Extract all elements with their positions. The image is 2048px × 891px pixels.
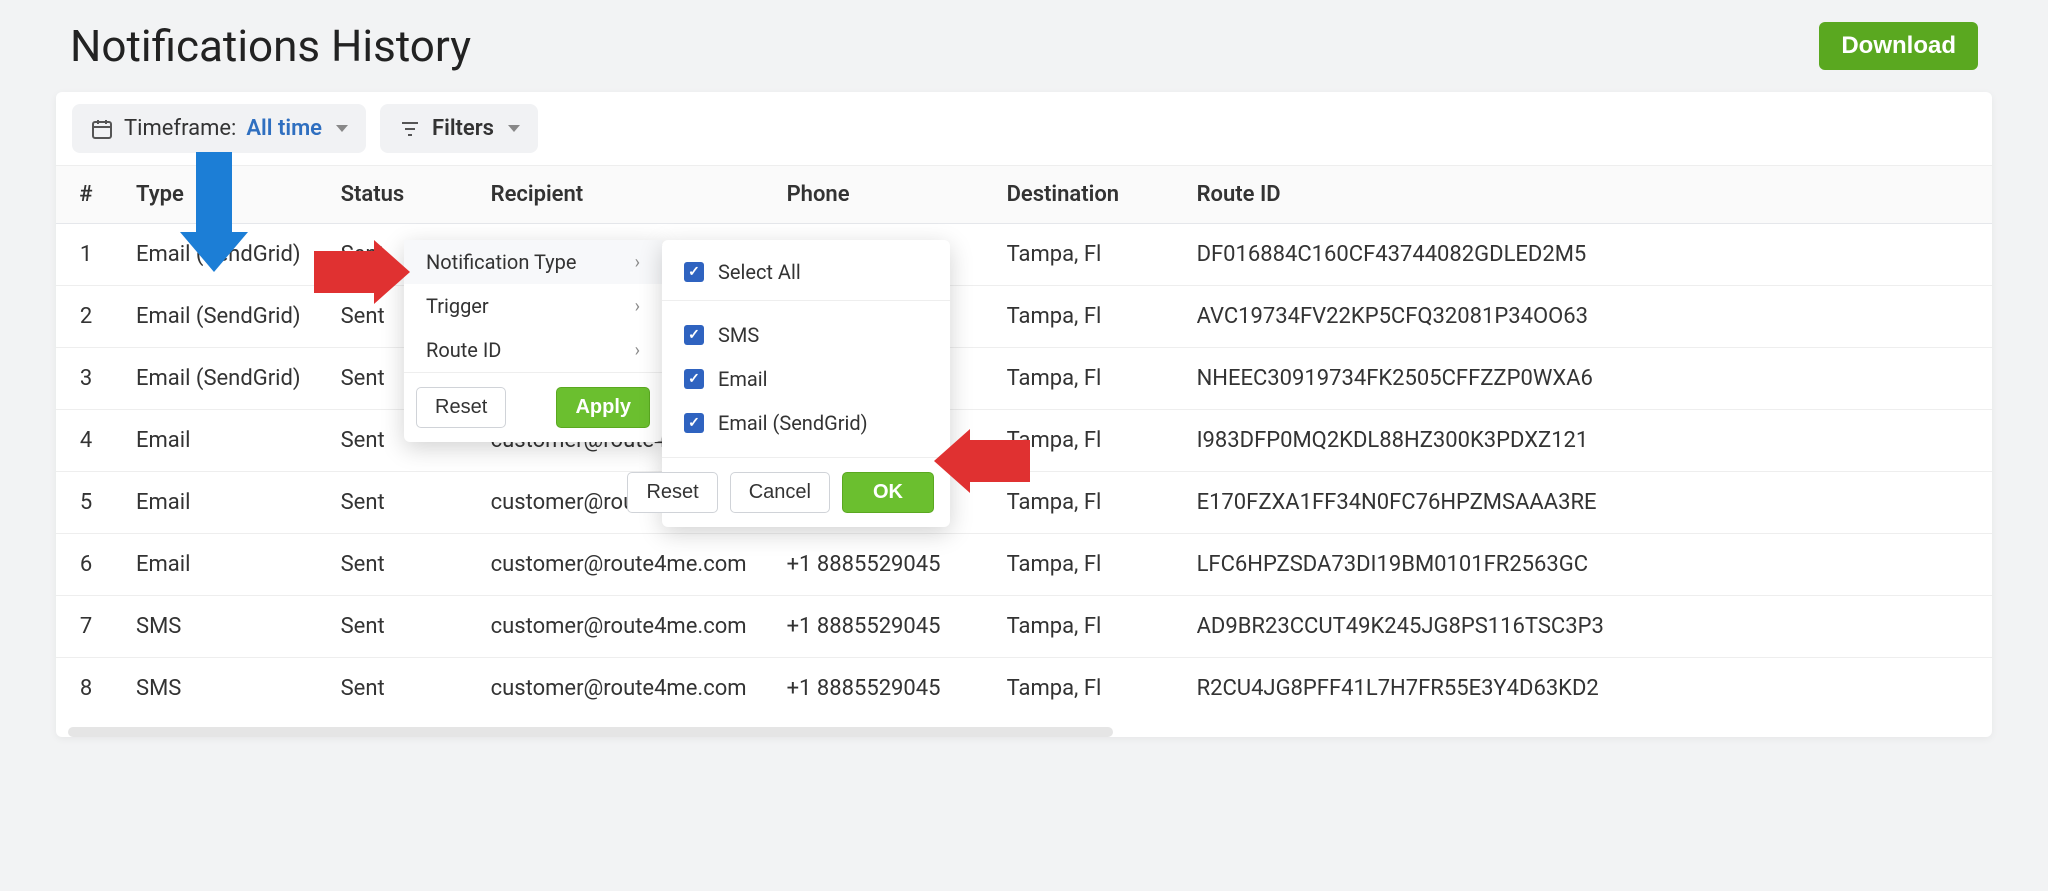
cell-number: 6 — [56, 534, 116, 596]
page-title: Notifications History — [70, 20, 471, 72]
cell-route-id: E170FZXA1FF34N0FC76HPZMSAAA3RE — [1177, 472, 1992, 534]
table-row: 3Email (SendGrid)Sentcustomer@route4me.c… — [56, 348, 1992, 410]
checkbox-checked-icon: ✓ — [684, 369, 704, 389]
type-option-email-sendgrid[interactable]: ✓ Email (SendGrid) — [662, 401, 950, 445]
filter-item-notification-type[interactable]: Notification Type › — [404, 240, 662, 284]
cell-type: Email (SendGrid) — [116, 348, 321, 410]
timeframe-chip[interactable]: Timeframe: All time — [72, 104, 366, 153]
cell-phone: +1 8885529045 — [767, 596, 987, 658]
cell-route-id: DF016884C160CF43744082GDLED2M5 — [1177, 224, 1992, 286]
col-status[interactable]: Status — [321, 166, 471, 224]
cell-destination: Tampa, Fl — [987, 224, 1177, 286]
col-number: # — [56, 166, 116, 224]
chevron-right-icon: › — [635, 340, 640, 361]
cell-route-id: AD9BR23CCUT49K245JG8PS116TSC3P3 — [1177, 596, 1992, 658]
notifications-panel: Timeframe: All time Filters # Type Statu… — [56, 92, 1992, 737]
calendar-icon — [90, 117, 114, 141]
checkbox-checked-icon: ✓ — [684, 413, 704, 433]
filters-label: Filters — [432, 116, 494, 141]
type-option-label: Select All — [718, 260, 801, 284]
cell-number: 8 — [56, 658, 116, 720]
cell-recipient: customer@route4me.com — [471, 534, 767, 596]
filter-item-label: Notification Type — [426, 250, 576, 274]
cell-type: Email (SendGrid) — [116, 286, 321, 348]
filter-item-label: Trigger — [426, 294, 489, 318]
cell-type: Email — [116, 410, 321, 472]
download-button[interactable]: Download — [1819, 22, 1978, 70]
cell-recipient: customer@route4me.com — [471, 596, 767, 658]
col-route-id[interactable]: Route ID — [1177, 166, 1992, 224]
filter-item-label: Route ID — [426, 338, 501, 362]
type-cancel-button[interactable]: Cancel — [730, 472, 830, 513]
type-ok-button[interactable]: OK — [842, 472, 934, 513]
chevron-right-icon: › — [635, 252, 640, 273]
cell-phone: +1 8885529045 — [767, 658, 987, 720]
cell-route-id: I983DFP0MQ2KDL88HZ300K3PDXZ121 — [1177, 410, 1992, 472]
cell-route-id: R2CU4JG8PFF41L7H7FR55E3Y4D63KD2 — [1177, 658, 1992, 720]
cell-type: SMS — [116, 596, 321, 658]
filters-reset-button[interactable]: Reset — [416, 387, 506, 428]
toolbar: Timeframe: All time Filters — [56, 92, 1992, 166]
cell-number: 5 — [56, 472, 116, 534]
cell-phone: +1 8885529045 — [767, 534, 987, 596]
filters-apply-button[interactable]: Apply — [556, 387, 650, 428]
cell-status: Sent — [321, 658, 471, 720]
filter-item-trigger[interactable]: Trigger › — [404, 284, 662, 328]
cell-route-id: LFC6HPZSDA73DI19BM0101FR2563GC — [1177, 534, 1992, 596]
type-option-sms[interactable]: ✓ SMS — [662, 313, 950, 357]
type-option-label: SMS — [718, 323, 759, 347]
cell-route-id: NHEEC30919734FK2505CFFZZP0WXA6 — [1177, 348, 1992, 410]
cell-recipient: customer@route4me.com — [471, 658, 767, 720]
cell-number: 1 — [56, 224, 116, 286]
table-row: 6EmailSentcustomer@route4me.com+1 888552… — [56, 534, 1992, 596]
cell-number: 3 — [56, 348, 116, 410]
filters-popover: Notification Type › Trigger › Route ID ›… — [404, 240, 662, 442]
chevron-down-icon — [508, 125, 520, 132]
filter-icon — [398, 117, 422, 141]
checkbox-checked-icon: ✓ — [684, 262, 704, 282]
cell-number: 2 — [56, 286, 116, 348]
cell-type: Email — [116, 472, 321, 534]
cell-number: 4 — [56, 410, 116, 472]
cell-destination: Tampa, Fl — [987, 658, 1177, 720]
table-row: 8SMSSentcustomer@route4me.com+1 88855290… — [56, 658, 1992, 720]
col-destination[interactable]: Destination — [987, 166, 1177, 224]
checkbox-checked-icon: ✓ — [684, 325, 704, 345]
cell-status: Sent — [321, 534, 471, 596]
annotation-arrow-red-right — [314, 240, 410, 304]
col-recipient[interactable]: Recipient — [471, 166, 767, 224]
type-option-email[interactable]: ✓ Email — [662, 357, 950, 401]
type-option-label: Email (SendGrid) — [718, 411, 868, 435]
type-select-all[interactable]: ✓ Select All — [662, 250, 950, 294]
cell-route-id: AVC19734FV22KP5CFQ32081P34OO63 — [1177, 286, 1992, 348]
cell-status: Sent — [321, 596, 471, 658]
divider — [662, 300, 950, 301]
chevron-down-icon — [336, 125, 348, 132]
type-reset-button[interactable]: Reset — [627, 472, 717, 513]
cell-status: Sent — [321, 472, 471, 534]
cell-type: SMS — [116, 658, 321, 720]
timeframe-value: All time — [246, 116, 322, 141]
filter-item-route-id[interactable]: Route ID › — [404, 328, 662, 372]
table-row: 7SMSSentcustomer@route4me.com+1 88855290… — [56, 596, 1992, 658]
cell-destination: Tampa, Fl — [987, 286, 1177, 348]
horizontal-scrollbar[interactable] — [68, 727, 1113, 737]
notification-type-popover: ✓ Select All ✓ SMS ✓ Email ✓ Email (Send… — [662, 240, 950, 527]
type-option-label: Email — [718, 367, 768, 391]
cell-destination: Tampa, Fl — [987, 348, 1177, 410]
annotation-arrow-blue — [196, 152, 232, 272]
filters-chip[interactable]: Filters — [380, 104, 538, 153]
timeframe-label: Timeframe: — [124, 116, 236, 141]
cell-destination: Tampa, Fl — [987, 534, 1177, 596]
cell-destination: Tampa, Fl — [987, 596, 1177, 658]
cell-number: 7 — [56, 596, 116, 658]
chevron-right-icon: › — [635, 296, 640, 317]
annotation-arrow-red-left — [934, 429, 1030, 493]
col-phone[interactable]: Phone — [767, 166, 987, 224]
cell-type: Email — [116, 534, 321, 596]
